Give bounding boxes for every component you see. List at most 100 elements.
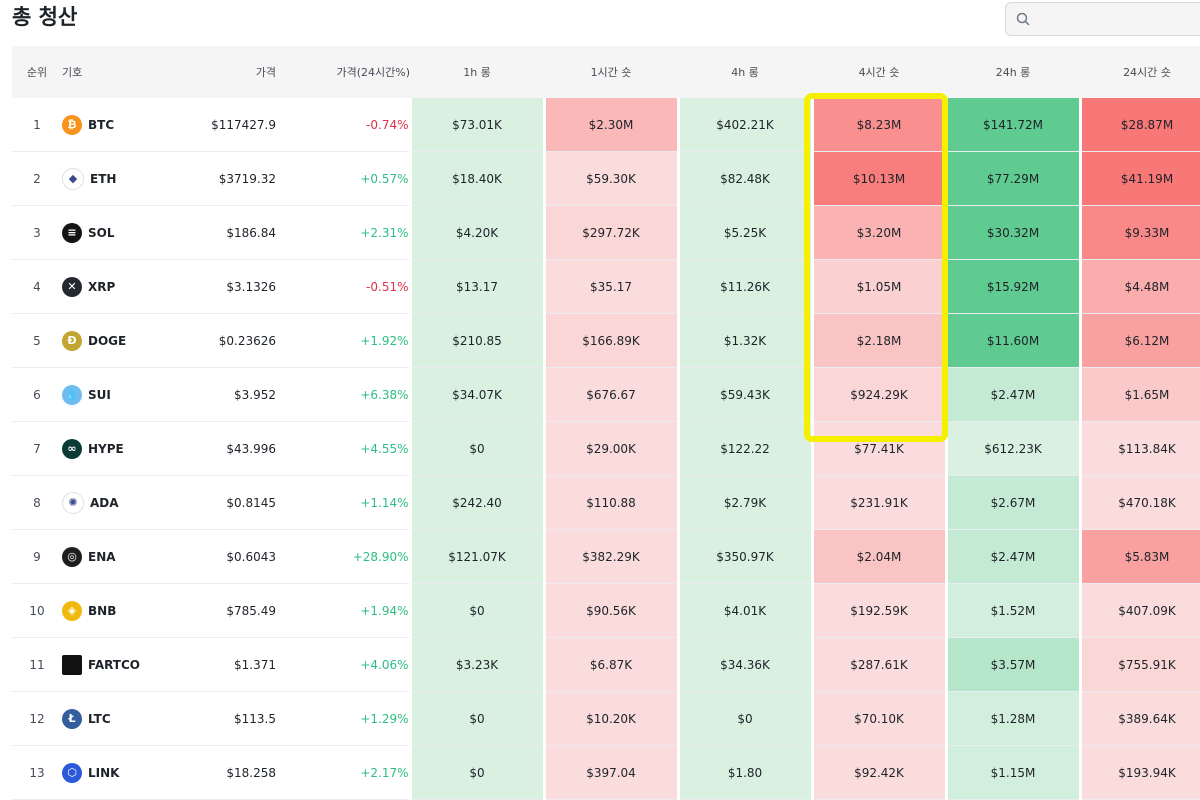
symbol-label: BTC (88, 117, 115, 132)
rank-cell: 7 (12, 421, 62, 476)
bitcoin-icon: ₿ (62, 114, 82, 135)
symbol-wrap: ✺ ADA (62, 491, 162, 514)
ethereum-icon: ◆ (62, 167, 84, 190)
header-4h-short[interactable]: 4시간 숏 (812, 46, 946, 98)
symbol-wrap: ∞ HYPE (62, 438, 162, 459)
h4-long-cell: $122.22 (676, 421, 814, 476)
symbol-cell[interactable]: ◈ BNB (62, 583, 162, 638)
h4-short-cell: $2.04M (810, 529, 948, 584)
symbol-wrap: ◆ ETH (62, 167, 162, 190)
h1-short-cell: $29.00K (542, 421, 680, 476)
h24-long-cell: $77.29M (944, 151, 1082, 206)
symbol-cell[interactable]: FARTCO (62, 637, 162, 692)
change-cell: +28.90% (276, 529, 410, 584)
h24-short-cell: $4.48M (1078, 259, 1200, 314)
h1-short-cell: $110.88 (542, 475, 680, 530)
table-row[interactable]: 4 ✕ XRP $3.1326 -0.51% $13.17 $35.17 $11.26K $1.… (12, 259, 1200, 314)
header-symbol[interactable]: 기호 (62, 46, 162, 98)
rank-cell: 9 (12, 529, 62, 584)
price-cell: $0.23626 (162, 313, 276, 368)
header-1h-long[interactable]: 1h 롱 (410, 46, 544, 98)
table-row[interactable]: 5 Ð DOGE $0.23626 +1.92% $210.85 $166.89K $1.32… (12, 313, 1200, 368)
price-cell: $3.1326 (162, 259, 276, 314)
table-row[interactable]: 3 ≡ SOL $186.84 +2.31% $4.20K $297.72K $5.25K $3… (12, 205, 1200, 260)
table-header-row: 순위 기호 가격 가격(24시간%) 1h 롱 1시간 숏 4h 롱 4시간 숏… (12, 46, 1200, 98)
price-cell: $43.996 (162, 421, 276, 476)
rank-cell: 5 (12, 313, 62, 368)
h24-long-cell: $1.15M (944, 745, 1082, 800)
symbol-cell[interactable]: ≡ SOL (62, 205, 162, 260)
h24-long-cell: $2.47M (944, 367, 1082, 422)
symbol-cell[interactable]: ✕ XRP (62, 259, 162, 314)
symbol-cell[interactable]: 💧 SUI (62, 367, 162, 422)
fartcoin-icon (62, 654, 82, 675)
rank-cell: 1 (12, 98, 62, 152)
h24-short-cell: $6.12M (1078, 313, 1200, 368)
header-1h-short[interactable]: 1시간 숏 (544, 46, 678, 98)
table-row[interactable]: 9 ◎ ENA $0.6043 +28.90% $121.07K $382.29K $350.… (12, 529, 1200, 584)
change-cell: +0.57% (276, 151, 410, 206)
search-icon (1016, 12, 1030, 26)
h1-short-cell: $35.17 (542, 259, 680, 314)
symbol-cell[interactable]: ◆ ETH (62, 151, 162, 206)
table-row[interactable]: 10 ◈ BNB $785.49 +1.94% $0 $90.56K $4.01K $192.5… (12, 583, 1200, 638)
h24-long-cell: $15.92M (944, 259, 1082, 314)
symbol-wrap: FARTCO (62, 654, 162, 675)
h24-short-cell: $28.87M (1078, 98, 1200, 152)
header-change-24h[interactable]: 가격(24시간%) (276, 46, 410, 98)
symbol-label: LTC (88, 711, 111, 726)
h1-short-cell: $59.30K (542, 151, 680, 206)
header-24h-short[interactable]: 24시간 숏 (1080, 46, 1200, 98)
h4-short-cell: $8.23M (810, 98, 948, 152)
h4-long-cell: $0 (676, 691, 814, 746)
symbol-label: DOGE (88, 333, 127, 348)
table-row[interactable]: 7 ∞ HYPE $43.996 +4.55% $0 $29.00K $122.22 $77.4… (12, 421, 1200, 476)
bnb-icon: ◈ (62, 600, 82, 621)
h24-long-cell: $11.60M (944, 313, 1082, 368)
symbol-cell[interactable]: ✺ ADA (62, 475, 162, 530)
rank-cell: 12 (12, 691, 62, 746)
h24-long-cell: $1.28M (944, 691, 1082, 746)
symbol-label: HYPE (88, 441, 124, 456)
header-24h-long[interactable]: 24h 롱 (946, 46, 1080, 98)
ethena-icon: ◎ (62, 546, 82, 567)
table-row[interactable]: 8 ✺ ADA $0.8145 +1.14% $242.40 $110.88 $2.79K $2… (12, 475, 1200, 530)
symbol-cell[interactable]: ∞ HYPE (62, 421, 162, 476)
symbol-label: ADA (90, 495, 119, 510)
h1-short-cell: $297.72K (542, 205, 680, 260)
table-row[interactable]: 1 ₿ BTC $117427.9 -0.74% $73.01K $2.30M $402.21… (12, 98, 1200, 152)
h4-short-cell: $3.20M (810, 205, 948, 260)
h1-long-cell: $73.01K (408, 98, 546, 152)
price-cell: $18.258 (162, 745, 276, 800)
header-price[interactable]: 가격 (162, 46, 276, 98)
h1-long-cell: $34.07K (408, 367, 546, 422)
h1-long-cell: $121.07K (408, 529, 546, 584)
symbol-cell[interactable]: ⬡ LINK (62, 745, 162, 800)
header-4h-long[interactable]: 4h 롱 (678, 46, 812, 98)
symbol-cell[interactable]: Ð DOGE (62, 313, 162, 368)
price-cell: $3719.32 (162, 151, 276, 206)
h24-short-cell: $9.33M (1078, 205, 1200, 260)
h24-short-cell: $193.94K (1078, 745, 1200, 800)
h24-long-cell: $141.72M (944, 98, 1082, 152)
table-row[interactable]: 12 Ł LTC $113.5 +1.29% $0 $10.20K $0 $70.10K $1.2… (12, 691, 1200, 746)
table-row[interactable]: 6 💧 SUI $3.952 +6.38% $34.07K $676.67 $59.43K $9… (12, 367, 1200, 422)
symbol-wrap: ⬡ LINK (62, 762, 162, 783)
h4-short-cell: $70.10K (810, 691, 948, 746)
symbol-cell[interactable]: ◎ ENA (62, 529, 162, 584)
litecoin-icon: Ł (62, 708, 82, 729)
h24-long-cell: $1.52M (944, 583, 1082, 638)
h4-short-cell: $10.13M (810, 151, 948, 206)
header-rank[interactable]: 순위 (12, 46, 62, 98)
price-cell: $0.8145 (162, 475, 276, 530)
h4-short-cell: $77.41K (810, 421, 948, 476)
table-row[interactable]: 13 ⬡ LINK $18.258 +2.17% $0 $397.04 $1.80 $92.42… (12, 745, 1200, 800)
symbol-cell[interactable]: ₿ BTC (62, 98, 162, 152)
search-input[interactable] (1038, 9, 1200, 31)
table-row[interactable]: 11 FARTCO $1.371 +4.06% $3.23K $6.87K $34.36K $… (12, 637, 1200, 692)
search-box[interactable] (1005, 2, 1200, 36)
symbol-cell[interactable]: Ł LTC (62, 691, 162, 746)
table-row[interactable]: 2 ◆ ETH $3719.32 +0.57% $18.40K $59.30K $82.48K… (12, 151, 1200, 206)
change-cell: +1.92% (276, 313, 410, 368)
h24-long-cell: $612.23K (944, 421, 1082, 476)
